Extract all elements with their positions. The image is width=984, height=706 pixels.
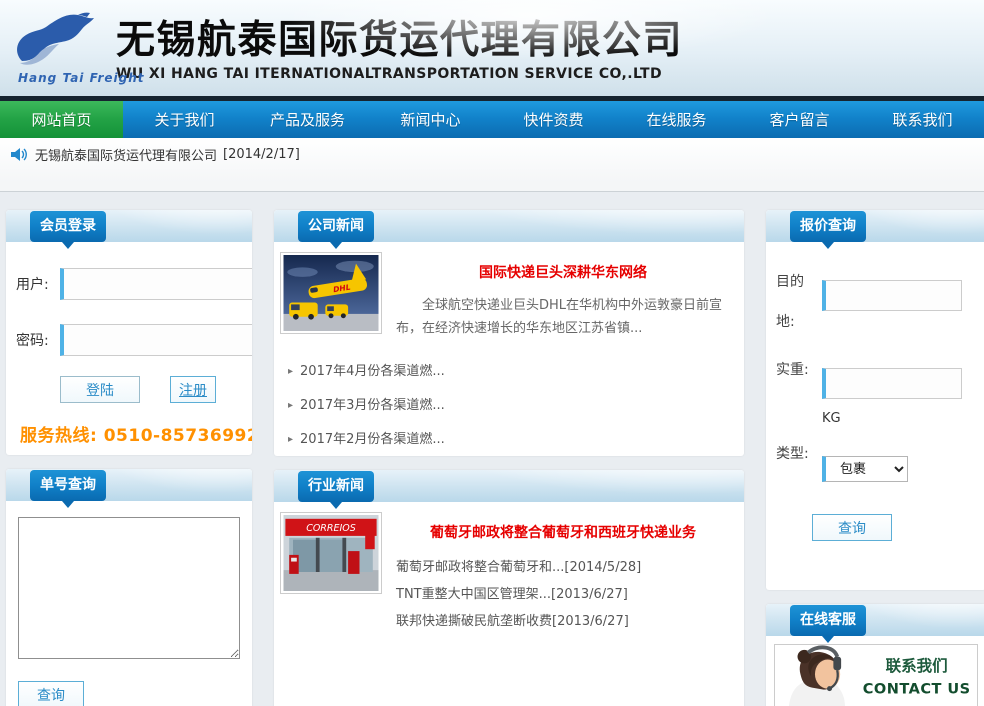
nav-item-rates[interactable]: 快件资费 xyxy=(492,101,615,138)
industry-news-item[interactable]: 联邦快递撕破民航垄断收费[2013/6/27] xyxy=(396,608,730,635)
company-logo[interactable]: Hang Tai Freight xyxy=(4,3,116,93)
weight-input[interactable] xyxy=(822,368,962,399)
dhl-plane-image: DHL xyxy=(283,255,379,331)
company-news-featured-summary: 全球航空快递业巨头DHL在华机构中外运敦豪日前宣布，在经济快速增长的华东地区江苏… xyxy=(396,294,730,340)
notice-text[interactable]: 无锡航泰国际货运代理有限公司 xyxy=(35,145,217,164)
company-news-header: 公司新闻 xyxy=(274,210,744,242)
quote-query-panel: 报价查询 目的地: 实重: KG 类型: xyxy=(766,210,984,590)
weight-unit-label: KG xyxy=(822,411,962,426)
industry-news-featured-title[interactable]: 葡萄牙邮政将整合葡萄牙和西班牙快递业务 xyxy=(396,522,730,542)
middle-column: 公司新闻 xyxy=(274,210,744,706)
member-login-panel: 会员登录 用户: 密码: 登陆 注册 服务热线: 0510-85736992 xyxy=(6,210,252,455)
nav-item-contact[interactable]: 联系我们 xyxy=(861,101,984,138)
svg-text:CONTACT US: CONTACT US xyxy=(863,681,971,697)
industry-news-tab[interactable]: 行业新闻 xyxy=(298,471,374,502)
main-nav: 网站首页 关于我们 产品及服务 新闻中心 快件资费 在线服务 客户留言 联系我们 xyxy=(0,101,984,138)
company-news-tab[interactable]: 公司新闻 xyxy=(298,211,374,242)
company-title-block: 无锡航泰国际货运代理有限公司 WU XI HANG TAI ITERNATION… xyxy=(116,14,683,82)
nav-item-products[interactable]: 产品及服务 xyxy=(246,101,369,138)
industry-news-panel: 行业新闻 CORREIOS xyxy=(274,470,744,706)
type-label: 类型: xyxy=(776,432,822,482)
login-button[interactable]: 登陆 xyxy=(60,376,140,403)
company-name-en: WU XI HANG TAI ITERNATIONALTRANSPORTATIO… xyxy=(116,66,683,82)
notice-bar: 无锡航泰国际货运代理有限公司 [2014/2/17] xyxy=(0,138,984,192)
register-button[interactable]: 注册 xyxy=(170,376,216,403)
company-news-panel: 公司新闻 xyxy=(274,210,744,456)
company-news-list: 2017年4月份各渠道燃... 2017年3月份各渠道燃... 2017年2月份… xyxy=(280,360,736,456)
member-login-header: 会员登录 xyxy=(6,210,252,242)
password-input[interactable] xyxy=(60,324,252,356)
svg-text:CORREIOS: CORREIOS xyxy=(306,523,356,534)
service-hotline: 服务热线: 0510-85736992 xyxy=(16,403,240,446)
destination-label: 目的地: xyxy=(776,260,822,342)
online-service-tab[interactable]: 在线客服 xyxy=(790,605,866,636)
industry-news-header: 行业新闻 xyxy=(274,470,744,502)
password-label: 密码: xyxy=(16,330,60,350)
quote-query-button[interactable]: 查询 xyxy=(812,514,892,541)
industry-news-item[interactable]: TNT重整大中国区管理架...[2013/6/27] xyxy=(396,581,730,608)
contact-us-banner[interactable]: 联系我们 CONTACT US xyxy=(774,644,978,706)
site-header: Hang Tai Freight 无锡航泰国际货运代理有限公司 WU XI HA… xyxy=(0,0,984,96)
correios-storefront-image: CORREIOS xyxy=(283,515,379,591)
industry-news-item[interactable]: 葡萄牙邮政将整合葡萄牙和...[2014/5/28] xyxy=(396,554,730,581)
svg-text:联系我们: 联系我们 xyxy=(886,656,948,675)
quote-query-tab[interactable]: 报价查询 xyxy=(790,211,866,242)
company-news-item[interactable]: 2017年2月份各渠道燃... xyxy=(288,428,736,447)
tracking-number-textarea[interactable] xyxy=(18,517,240,659)
member-login-tab[interactable]: 会员登录 xyxy=(30,211,106,242)
online-service-panel: 在线客服 联系我们 xyxy=(766,604,984,706)
nav-item-news[interactable]: 新闻中心 xyxy=(369,101,492,138)
logo-script-text: Hang Tai Freight xyxy=(18,71,145,85)
username-input[interactable] xyxy=(60,268,252,300)
right-column: 报价查询 目的地: 实重: KG 类型: xyxy=(766,210,984,706)
online-service-header: 在线客服 xyxy=(766,604,984,636)
industry-news-image[interactable]: CORREIOS xyxy=(280,512,382,594)
tracking-query-header: 单号查询 xyxy=(6,469,252,501)
username-label: 用户: xyxy=(16,274,60,294)
destination-input[interactable] xyxy=(822,280,962,311)
speaker-icon xyxy=(10,147,27,162)
left-column: 会员登录 用户: 密码: 登陆 注册 服务热线: 0510-85736992 xyxy=(6,210,252,706)
nav-item-about[interactable]: 关于我们 xyxy=(123,101,246,138)
company-news-featured-title[interactable]: 国际快递巨头深耕华东网络 xyxy=(396,262,730,282)
company-news-item[interactable]: 2017年4月份各渠道燃... xyxy=(288,360,736,379)
customer-service-image: 联系我们 CONTACT US xyxy=(775,645,977,706)
weight-label: 实重: xyxy=(776,348,822,426)
company-news-image[interactable]: DHL xyxy=(280,252,382,334)
quote-query-header: 报价查询 xyxy=(766,210,984,242)
tracking-query-button[interactable]: 查询 xyxy=(18,681,84,706)
company-name-cn: 无锡航泰国际货运代理有限公司 xyxy=(116,18,683,64)
nav-item-guestbook[interactable]: 客户留言 xyxy=(738,101,861,138)
parcel-type-select[interactable]: 包裹 xyxy=(822,456,908,482)
notice-date: [2014/2/17] xyxy=(223,147,300,162)
company-news-item[interactable]: 2017年3月份各渠道燃... xyxy=(288,394,736,413)
nav-item-online-service[interactable]: 在线服务 xyxy=(615,101,738,138)
tracking-query-panel: 单号查询 查询 xyxy=(6,469,252,706)
page-content: 会员登录 用户: 密码: 登陆 注册 服务热线: 0510-85736992 xyxy=(0,192,984,706)
tracking-query-tab[interactable]: 单号查询 xyxy=(30,470,106,501)
industry-news-list: 葡萄牙邮政将整合葡萄牙和...[2014/5/28] TNT重整大中国区管理架.… xyxy=(396,554,730,635)
nav-item-home[interactable]: 网站首页 xyxy=(0,101,123,138)
